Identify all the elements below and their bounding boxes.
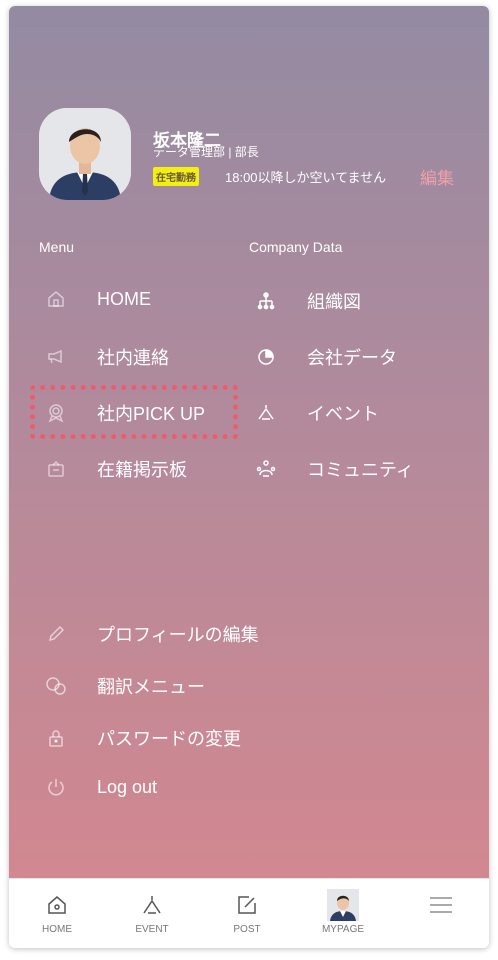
event-icon [255,402,277,424]
board-icon [45,458,67,480]
tab-label: POST [233,924,261,935]
status-badge: 在宅勤務 [153,167,199,186]
highlight-frame [30,385,238,439]
translate-icon [45,675,67,697]
house-icon [46,891,68,919]
menu-item-change-password[interactable]: パスワードの変更 [45,725,241,751]
menu-item-label: HOME [97,288,151,309]
tab-event[interactable]: EVENT [112,879,192,948]
tab-label: HOME [42,924,72,935]
lock-icon [45,727,67,749]
menu-item-label: パスワードの変更 [97,729,241,749]
hamburger-icon [428,891,454,919]
pie-chart-icon [255,346,277,368]
menu-item-org-chart[interactable]: 組織図 [255,288,361,314]
menu-header: Menu [39,239,75,255]
menu-item-home[interactable]: HOME [45,288,151,310]
tab-label: MYPAGE [321,924,365,935]
menu-item-label: コミュニティ [307,460,414,480]
avatar[interactable] [39,108,131,200]
power-icon [45,776,67,798]
org-chart-icon [255,290,277,312]
menu-item-community[interactable]: コミュニティ [255,456,414,482]
tab-post[interactable]: POST [207,879,287,948]
menu-item-company-data[interactable]: 会社データ [255,344,397,370]
menu-item-label: 社内連絡 [97,348,169,368]
menu-item-label: 会社データ [307,348,397,368]
tab-mypage[interactable]: MYPAGE [303,879,383,948]
tab-label: EVENT [135,924,169,935]
tab-home[interactable]: HOME [17,879,97,948]
menu-item-edit-profile[interactable]: プロフィールの編集 [45,621,259,647]
menu-item-board[interactable]: 在籍掲示板 [45,456,187,482]
company-data-header: Company Data [249,239,343,255]
menu-item-label: プロフィールの編集 [97,625,259,645]
edit-profile-link[interactable]: 編集 [420,164,454,189]
menu-item-label: 組織図 [307,292,361,312]
avatar [327,889,359,921]
menu-item-internal-notice[interactable]: 社内連絡 [45,344,169,370]
pencil-icon [45,623,67,645]
tab-menu[interactable] [401,879,481,948]
community-icon [255,458,277,480]
menu-item-event[interactable]: イベント [255,400,379,426]
availability-text: 18:00以降しか空いてません [225,170,387,185]
menu-item-label: 翻訳メニュー [97,677,205,697]
house-icon [45,288,67,310]
megaphone-icon [45,346,67,368]
menu-item-logout[interactable]: Log out [45,776,157,798]
phone-frame: 坂本隆二 データ管理部 | 部長 在宅勤務 18:00以降しか空いてません 編集… [9,6,489,948]
menu-item-label: Log out [97,776,158,797]
menu-item-label: 在籍掲示板 [97,460,187,480]
event-icon [141,891,163,919]
bottom-tab-bar: HOME EVENT POST MYPAGE [9,878,489,948]
side-menu: 坂本隆二 データ管理部 | 部長 在宅勤務 18:00以降しか空いてません 編集… [9,6,489,878]
menu-item-translation[interactable]: 翻訳メニュー [45,673,205,699]
post-icon [236,891,258,919]
menu-item-label: イベント [307,404,379,424]
profile-department: データ管理部 | 部長 [153,145,259,159]
